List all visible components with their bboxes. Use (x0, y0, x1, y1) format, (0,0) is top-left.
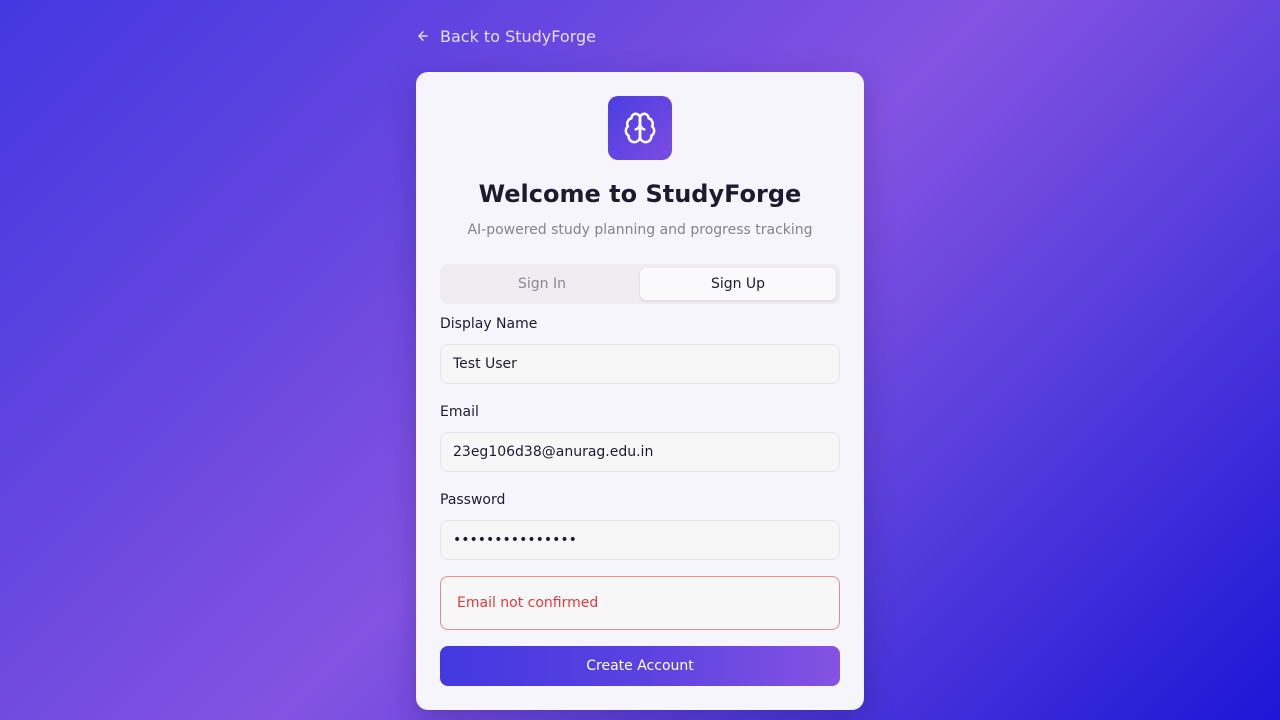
back-link[interactable]: Back to StudyForge (416, 24, 596, 48)
email-label: Email (440, 404, 479, 420)
error-alert: Email not confirmed (440, 576, 840, 630)
auth-card: Welcome to StudyForge AI-powered study p… (416, 72, 864, 710)
display-name-label: Display Name (440, 316, 538, 332)
tab-sign-up[interactable]: Sign Up (640, 268, 836, 300)
back-link-label: Back to StudyForge (440, 26, 596, 46)
brain-icon (624, 112, 656, 144)
create-account-button[interactable]: Create Account (440, 646, 840, 686)
display-name-input[interactable] (440, 344, 840, 384)
email-input[interactable] (440, 432, 840, 472)
page-title: Welcome to StudyForge (478, 180, 802, 208)
auth-tabs: Sign In Sign Up (440, 264, 840, 304)
tab-sign-in[interactable]: Sign In (444, 268, 640, 300)
password-input[interactable] (440, 520, 840, 560)
password-label: Password (440, 492, 506, 508)
page-subtitle: AI-powered study planning and progress t… (467, 222, 813, 238)
arrow-left-icon (418, 31, 428, 41)
error-message: Email not confirmed (457, 595, 599, 611)
app-logo (608, 96, 672, 160)
